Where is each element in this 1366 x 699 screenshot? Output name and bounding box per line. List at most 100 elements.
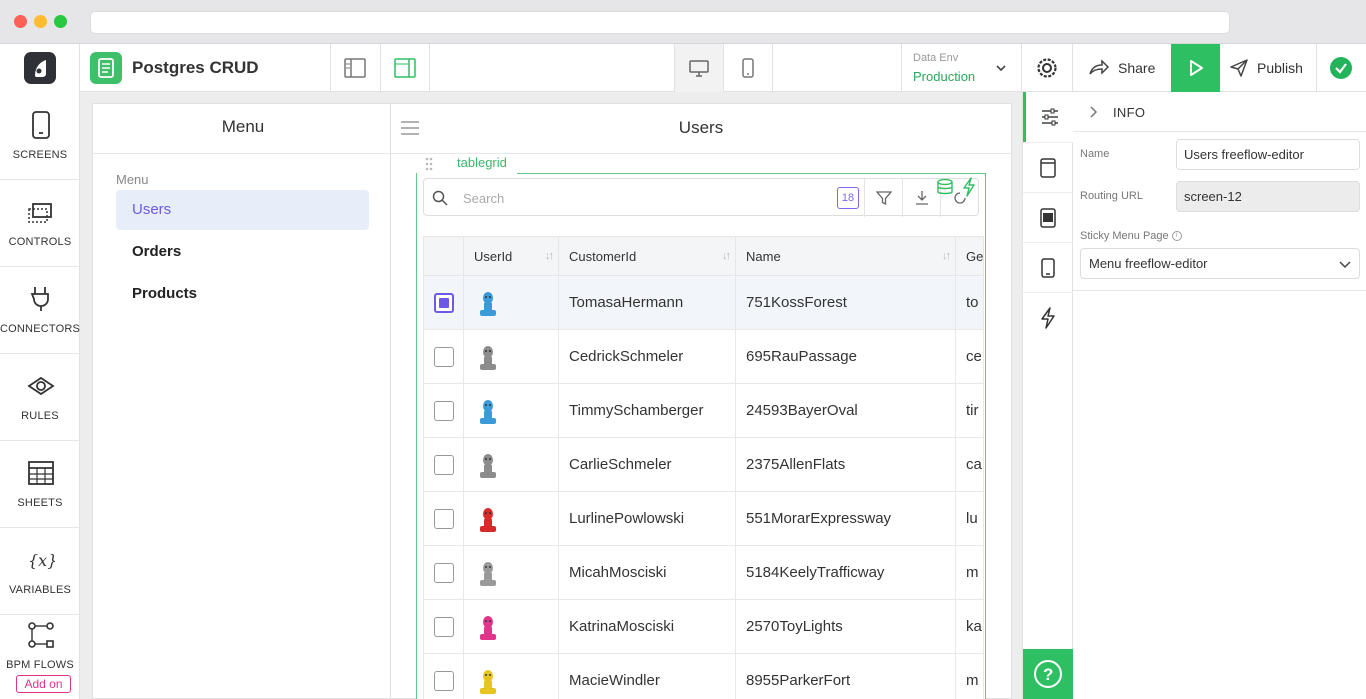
search-input[interactable]: Search [463,191,504,206]
database-icon[interactable] [936,178,954,196]
users-screen[interactable]: Users Search 18 UserId ↓↑ CustomerId ↓↑ … [390,103,1012,699]
table-row[interactable]: TimmySchamberger 24593BayerOval tir [423,383,984,438]
mobile-view-icon[interactable] [736,56,760,80]
drag-handle-icon[interactable] [425,157,433,171]
row-checkbox[interactable] [434,670,454,691]
menu-item-users[interactable]: Users [116,190,369,230]
rail-item-sheets[interactable]: SHEETS [0,441,80,528]
ge-cell: tir [955,383,984,438]
gear-icon[interactable] [1035,56,1059,80]
table-header-row: UserId ↓↑ CustomerId ↓↑ Name ↓↑ Ge [423,236,984,276]
info-circle-icon[interactable]: i [1171,231,1182,242]
saved-check-icon [1330,57,1352,79]
chevron-down-icon[interactable] [995,63,1007,73]
avatar [480,669,496,694]
row-checkbox[interactable] [434,508,454,529]
row-select-cell[interactable] [423,329,464,384]
share-icon[interactable] [1087,56,1111,80]
table-row[interactable]: CarlieSchmeler 2375AllenFlats ca [423,437,984,492]
svg-text:{x}: {x} [28,551,55,570]
name-cell: 2570ToyLights [735,599,956,654]
tablegrid-control[interactable]: Search 18 UserId ↓↑ CustomerId ↓↑ Name ↓… [416,173,986,699]
address-bar[interactable] [90,11,1230,34]
sort-icon[interactable]: ↓↑ [722,250,731,262]
avatar [480,615,496,640]
info-section-header[interactable]: INFO [1073,92,1366,132]
rail-item-screens[interactable]: SCREENS [0,93,80,180]
addon-badge[interactable]: Add on [16,675,71,693]
column-header-customerid[interactable]: CustomerId ↓↑ [558,236,736,276]
sticky-menu-select[interactable]: Menu freeflow-editor [1080,248,1360,279]
row-checkbox[interactable] [434,292,454,313]
row-select-cell[interactable] [423,491,464,546]
layout-right-icon[interactable] [393,56,417,80]
column-header-label: Ge [966,248,984,264]
rail-label: VARIABLES [8,584,72,596]
row-select-cell[interactable] [423,545,464,600]
column-header-ge[interactable]: Ge [955,236,984,276]
sort-icon[interactable]: ↓↑ [942,250,951,262]
maximize-window-dot[interactable] [54,15,67,28]
env-select[interactable]: Production [913,69,975,84]
device-tab[interactable] [1023,192,1073,242]
sticky-menu-value: Menu freeflow-editor [1089,256,1208,271]
lightning-icon [1041,307,1055,329]
properties-tab[interactable] [1023,92,1073,142]
page-layout-tab[interactable] [1023,142,1073,192]
name-field[interactable]: Users freeflow-editor [1176,139,1360,170]
rail-item-connectors[interactable]: CONNECTORS [0,267,80,354]
row-select-cell[interactable] [423,437,464,492]
row-checkbox[interactable] [434,454,454,475]
browser-chrome [0,0,1366,44]
customerid-cell: KatrinaMosciski [558,599,736,654]
column-header-userid[interactable]: UserId ↓↑ [463,236,559,276]
lightning-icon[interactable] [961,177,977,197]
rail-item-controls[interactable]: CONTROLS [0,180,80,267]
row-select-cell[interactable] [423,383,464,438]
row-select-cell[interactable] [423,275,464,330]
row-checkbox[interactable] [434,562,454,583]
rail-label: CONTROLS [8,236,72,248]
divider [1072,44,1073,92]
row-checkbox[interactable] [434,346,454,367]
routing-url-field[interactable]: screen-12 [1176,181,1360,212]
chevron-down-icon [1339,261,1351,269]
table-row[interactable]: LurlinePowlowski 551MorarExpressway lu [423,491,984,546]
download-button[interactable] [902,179,940,217]
tablegrid-tag[interactable]: tablegrid [417,154,517,174]
select-all-header[interactable] [423,236,464,276]
menu-item-products[interactable]: Products [116,274,369,314]
rail-item-rules[interactable]: RULES [0,354,80,441]
publish-button[interactable]: Publish [1257,60,1303,76]
close-window-dot[interactable] [14,15,27,28]
column-header-label: CustomerId [569,248,637,264]
flow-icon [28,622,54,648]
events-tab[interactable] [1023,292,1073,342]
minimize-window-dot[interactable] [34,15,47,28]
desktop-view-button[interactable] [675,44,723,92]
share-button[interactable]: Share [1118,60,1155,76]
table-row[interactable]: CedrickSchmeler 695RauPassage ce [423,329,984,384]
row-select-cell[interactable] [423,599,464,654]
run-button[interactable] [1171,44,1220,92]
table-row[interactable]: MicahMosciski 5184KeelyTrafficway m [423,545,984,600]
filter-button[interactable] [864,179,902,217]
menu-item-orders[interactable]: Orders [116,232,369,272]
row-checkbox[interactable] [434,616,454,637]
table-row[interactable]: MacieWindler 8955ParkerFort m [423,653,984,699]
send-icon[interactable] [1229,58,1249,78]
layout-left-icon[interactable] [343,56,367,80]
app-logo-icon[interactable] [24,52,56,84]
help-button[interactable]: ? [1023,649,1073,699]
row-select-cell[interactable] [423,653,464,699]
sliders-icon [1042,108,1058,126]
row-checkbox[interactable] [434,400,454,421]
column-header-name[interactable]: Name ↓↑ [735,236,956,276]
table-row[interactable]: KatrinaMosciski 2570ToyLights ka [423,599,984,654]
sort-icon[interactable]: ↓↑ [545,250,554,262]
mobile-tab[interactable] [1023,242,1073,292]
divider [330,44,331,92]
rail-item-variables[interactable]: {x} VARIABLES [0,528,80,615]
table-row[interactable]: TomasaHermann 751KossForest to [423,275,984,330]
menu-screen[interactable]: Menu Menu Users Orders Products [92,103,393,699]
